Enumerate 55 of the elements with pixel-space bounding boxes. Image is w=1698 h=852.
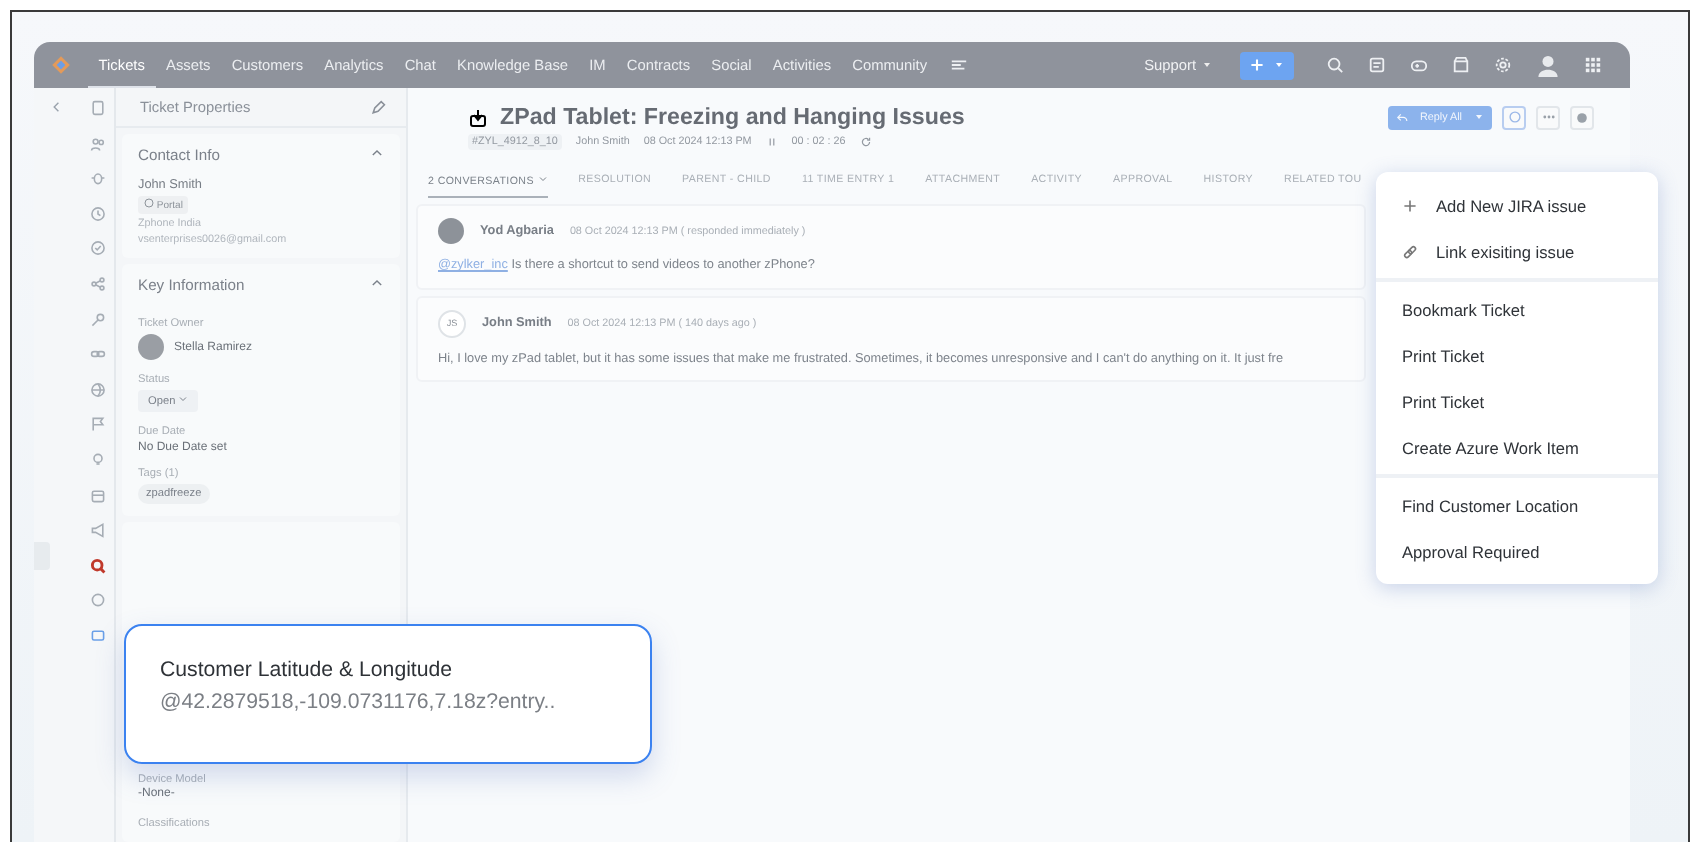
bulb-icon[interactable] — [89, 451, 105, 468]
caret-icon — [1274, 60, 1285, 70]
chevron-up-icon[interactable] — [370, 276, 384, 290]
avatar-icon[interactable] — [1536, 52, 1560, 78]
box-icon[interactable] — [89, 487, 105, 504]
share-icon[interactable] — [89, 275, 105, 292]
edit-icon[interactable] — [370, 99, 386, 115]
menu-item[interactable]: Approval Required — [1376, 528, 1658, 574]
document-icon[interactable] — [89, 100, 105, 116]
search-icon[interactable] — [89, 557, 105, 574]
caret-icon — [1202, 60, 1212, 70]
link-icon[interactable] — [89, 346, 105, 363]
apps-grid-icon[interactable] — [1584, 56, 1602, 74]
people-icon[interactable] — [89, 135, 105, 152]
caret-icon — [537, 174, 548, 184]
refresh-icon[interactable] — [859, 136, 872, 148]
more-button[interactable] — [1536, 105, 1560, 129]
link-icon[interactable] — [1402, 243, 1418, 259]
chevron-up-icon[interactable] — [370, 146, 384, 160]
logo-icon[interactable] — [50, 54, 72, 76]
plus-icon[interactable] — [1402, 197, 1418, 213]
caret-icon — [1474, 112, 1484, 122]
menu-item[interactable]: Print Ticket — [1376, 332, 1658, 378]
owner-photo — [138, 334, 164, 360]
store-icon[interactable] — [1452, 56, 1470, 74]
menu-item[interactable]: Link exisiting issue — [1376, 228, 1658, 274]
megaphone-icon[interactable] — [89, 522, 105, 539]
check-circle-icon[interactable] — [89, 240, 105, 257]
add-button[interactable] — [1240, 51, 1294, 79]
menu-item[interactable]: Add New JIRA issue — [1376, 182, 1658, 228]
plus-icon — [1249, 58, 1264, 72]
pause-icon[interactable] — [765, 136, 778, 148]
clock-icon[interactable] — [89, 205, 105, 222]
settings-button[interactable] — [1570, 105, 1594, 129]
caret-icon — [178, 394, 189, 404]
tooltip-title: Customer Latitude & Longitude — [160, 658, 455, 682]
collapse-icon[interactable] — [50, 100, 64, 114]
more-icon — [1541, 110, 1555, 124]
ticket-title: ZPad Tablet: Freezing and Hanging Issues — [500, 104, 965, 130]
flag-icon[interactable] — [89, 416, 105, 433]
ticket-icon[interactable] — [468, 107, 488, 127]
key-icon[interactable] — [89, 311, 105, 328]
menu-item[interactable]: Bookmark Ticket — [1376, 286, 1658, 332]
tooltip-value: @42.2879518,-109.0731176,7.18z?entry.. — [160, 690, 558, 714]
chat-icon[interactable] — [89, 627, 105, 644]
menu-item[interactable]: Print Ticket — [1376, 378, 1658, 424]
gamepad-icon[interactable] — [1410, 56, 1428, 74]
comment-button[interactable] — [1502, 105, 1526, 129]
bug-icon[interactable] — [89, 170, 105, 187]
author-photo — [438, 218, 464, 244]
note-icon[interactable] — [1368, 56, 1386, 74]
menu-icon[interactable] — [949, 56, 968, 74]
menu-item[interactable]: Find Customer Location — [1376, 482, 1658, 528]
menu-item[interactable]: Create Azure Work Item — [1376, 424, 1658, 470]
reply-icon — [1396, 111, 1409, 123]
